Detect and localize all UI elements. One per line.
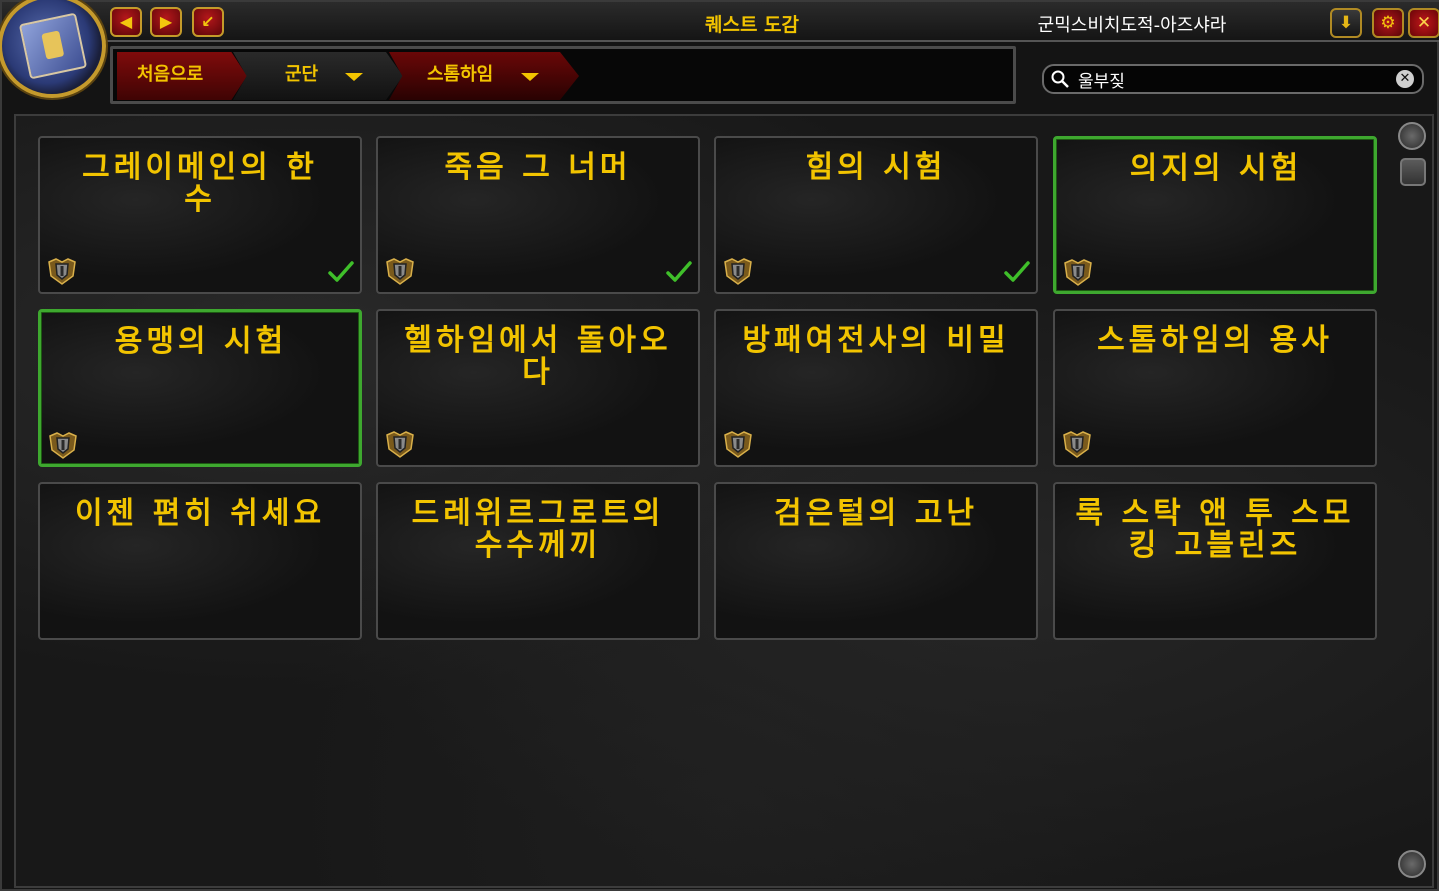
gear-icon: ⚙ [1380,13,1396,33]
shield-icon [724,258,752,285]
quest-log-window: ◀ ▶ ↙ 퀘스트 도감 군믹스비치도적-아즈샤라 ⬇ ⚙ ✕ 처음으로 군단 … [0,0,1439,891]
quest-card-title: 록 스탁 앤 투 스모킹 고블린즈 [1075,496,1355,563]
breadcrumb-home[interactable]: 처음으로 [117,52,247,100]
scrollbar-thumb[interactable] [1400,158,1426,186]
quest-card-title: 용맹의 시험 [114,324,288,359]
breadcrumb-zone-label: 스톰하임 [427,64,494,85]
checkmark-icon [666,261,692,282]
arrow-left-icon: ◀ [119,12,133,31]
quest-card-title: 검은털의 고난 [773,496,979,531]
back-button[interactable]: ◀ [110,7,142,37]
shield-icon [1064,259,1092,286]
search-input[interactable] [1078,68,1378,90]
quest-card[interactable]: 록 스탁 앤 투 스모킹 고블린즈 [1053,482,1377,640]
breadcrumb-home-label: 처음으로 [137,64,204,85]
arrow-right-icon: ▶ [159,12,173,31]
quest-card-title: 드레위르그로트의 수수께끼 [411,496,665,563]
scroll-up-button[interactable] [1398,122,1426,150]
quest-card[interactable]: 방패여전사의 비밀 [714,309,1038,467]
clear-search-icon[interactable]: ✕ [1396,70,1414,88]
arrow-down-icon: ⬇ [1338,13,1354,33]
shield-icon [724,431,752,458]
quest-card-title: 죽음 그 너머 [444,150,632,185]
quest-card-title: 그레이메인의 한 수 [82,150,318,217]
checkmark-icon [1004,261,1030,282]
breadcrumb-guild-label: 군단 [285,64,319,85]
quest-book-icon [0,0,106,98]
quest-card-title: 의지의 시험 [1129,151,1303,186]
quest-card[interactable]: 헬하임에서 돌아오다 [376,309,700,467]
chevron-down-icon[interactable] [521,73,539,81]
download-button[interactable]: ⬇ [1330,8,1362,38]
shield-icon [1063,431,1091,458]
shield-icon [386,431,414,458]
quest-card[interactable]: 힘의 시험 [714,136,1038,294]
checkmark-icon [328,261,354,282]
quest-card[interactable]: 죽음 그 너머 [376,136,700,294]
quest-card[interactable]: 스톰하임의 용사 [1053,309,1377,467]
settings-button[interactable]: ⚙ [1372,8,1404,38]
quest-card[interactable]: 용맹의 시험 [38,309,362,467]
quest-card-title: 힘의 시험 [805,150,947,185]
return-button[interactable]: ↙ [192,7,224,37]
quest-card[interactable]: 이젠 편히 쉬세요 [38,482,362,640]
quest-card[interactable]: 그레이메인의 한 수 [38,136,362,294]
breadcrumb-guild[interactable]: 군단 [233,52,403,100]
search-icon [1051,70,1069,88]
character-realm: 군믹스비치도적-아즈샤라 [1037,15,1227,36]
arrow-return-icon: ↙ [201,12,215,31]
shield-icon [49,432,77,459]
quest-card-title: 이젠 편히 쉬세요 [74,496,326,531]
quest-card[interactable]: 의지의 시험 [1053,136,1377,294]
breadcrumb: 처음으로 군단 스톰하임 [110,46,1016,104]
quest-card-title: 방패여전사의 비밀 [742,323,1010,358]
title-bar: ◀ ▶ ↙ 퀘스트 도감 군믹스비치도적-아즈샤라 ⬇ ⚙ ✕ [2,2,1439,42]
window-title: 퀘스트 도감 [704,14,799,36]
quest-card-title: 스톰하임의 용사 [1097,323,1333,358]
scroll-down-button[interactable] [1398,850,1426,878]
shield-icon [48,258,76,285]
shield-icon [386,258,414,285]
search-box: ✕ [1042,64,1424,94]
quest-card[interactable]: 드레위르그로트의 수수께끼 [376,482,700,640]
chevron-down-icon[interactable] [345,73,363,81]
breadcrumb-zone[interactable]: 스톰하임 [389,52,579,100]
forward-button[interactable]: ▶ [150,7,182,37]
quest-card-title: 헬하임에서 돌아오다 [404,323,672,390]
close-icon: ✕ [1416,13,1432,33]
close-button[interactable]: ✕ [1408,8,1439,38]
quest-card[interactable]: 검은털의 고난 [714,482,1038,640]
